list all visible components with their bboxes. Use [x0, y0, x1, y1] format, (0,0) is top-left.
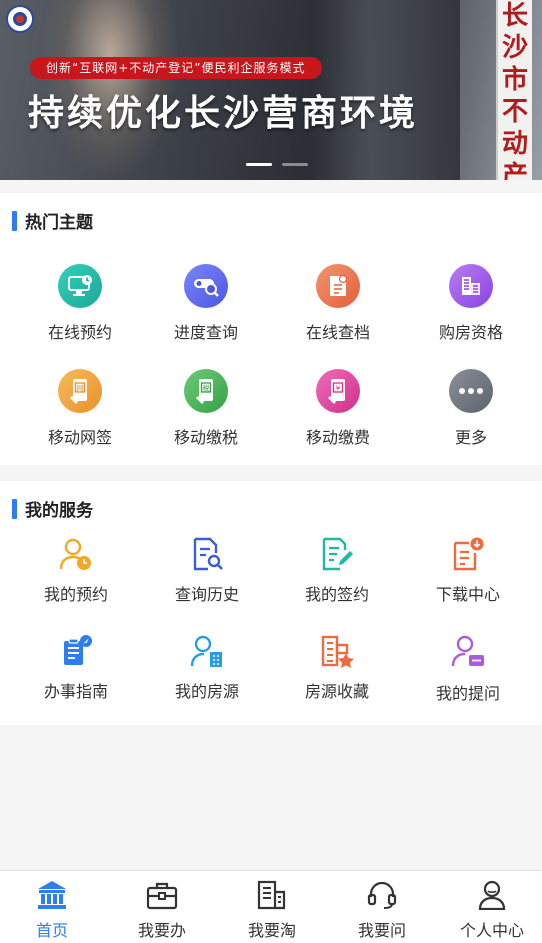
hot-topics-panel: 热门主题 在线预约 进度查询 在线查档 购房资格 网 移动网签 税 移动缴税 ¥…: [0, 193, 542, 465]
hot-item-online-archive[interactable]: 在线查档: [272, 264, 404, 343]
service-my-questions[interactable]: 我的提问: [402, 631, 534, 704]
service-my-appointments[interactable]: 我的预约: [10, 534, 142, 605]
tab-home[interactable]: 首页: [0, 877, 106, 941]
user-question-icon: [448, 631, 488, 671]
mobile-tax-icon: 税: [184, 369, 228, 413]
more-icon: [449, 369, 493, 413]
emblem-logo: [6, 5, 34, 33]
mobile-sign-icon: 网: [58, 369, 102, 413]
carousel-indicators: [246, 163, 308, 166]
document-building-icon: [218, 877, 326, 913]
service-query-history[interactable]: 查询历史: [141, 534, 273, 605]
tab-ask[interactable]: 我要问: [328, 877, 436, 941]
tab-browse[interactable]: 我要淘: [218, 877, 326, 941]
hot-item-online-booking[interactable]: 在线预约: [14, 264, 146, 343]
home-bank-icon: [0, 877, 106, 913]
document-edit-icon: [317, 534, 357, 574]
user-building-icon: [187, 631, 227, 671]
hot-item-mobile-payment[interactable]: ¥ 移动缴费: [272, 369, 404, 448]
guide-icon: [56, 631, 96, 671]
banner-building-sign: 长 沙 市 不 动 产: [496, 0, 532, 180]
section-title-services: 我的服务: [12, 496, 93, 521]
bottom-tab-bar: 首页 我要办 我要淘 我要问 个人中心: [0, 870, 542, 943]
tab-profile[interactable]: 个人中心: [438, 877, 542, 941]
banner-headline: 持续优化长沙营商环境: [28, 93, 419, 134]
service-download-center[interactable]: 下载中心: [402, 534, 534, 605]
hot-item-more[interactable]: 更多: [405, 369, 537, 448]
headset-icon: [328, 877, 436, 913]
service-my-contracts[interactable]: 我的签约: [271, 534, 403, 605]
building-star-icon: [317, 631, 357, 671]
user-icon: [438, 877, 542, 913]
svg-text:税: 税: [203, 384, 210, 393]
banner-carousel[interactable]: 长 沙 市 不 动 产 创新“互联网+不动产登记”便民利企服务模式 持续优化长沙…: [0, 0, 542, 180]
progress-search-icon: [184, 264, 228, 308]
document-icon: [316, 264, 360, 308]
service-guide[interactable]: 办事指南: [10, 631, 142, 702]
hot-item-purchase-qualification[interactable]: 购房资格: [405, 264, 537, 343]
carousel-dot[interactable]: [282, 163, 308, 166]
building-list-icon: [449, 264, 493, 308]
document-search-icon: [187, 534, 227, 574]
service-my-properties[interactable]: 我的房源: [141, 631, 273, 702]
banner-tagline: 创新“互联网+不动产登记”便民利企服务模式: [30, 57, 322, 79]
svg-text:¥: ¥: [336, 385, 341, 393]
document-download-icon: [448, 534, 488, 574]
section-title-hot: 热门主题: [12, 208, 93, 233]
my-services-panel: 我的服务 我的预约 查询历史 我的签约 下载中心 办事指南 我的房源 房源收藏 …: [0, 481, 542, 725]
user-clock-icon: [56, 534, 96, 574]
svg-text:网: 网: [77, 385, 84, 393]
tab-todo[interactable]: 我要办: [108, 877, 216, 941]
service-property-favorites[interactable]: 房源收藏: [271, 631, 403, 702]
hot-item-mobile-tax[interactable]: 税 移动缴税: [140, 369, 272, 448]
mobile-pay-icon: ¥: [316, 369, 360, 413]
hot-item-mobile-contract[interactable]: 网 移动网签: [14, 369, 146, 448]
briefcase-icon: [108, 877, 216, 913]
carousel-dot[interactable]: [246, 163, 272, 166]
monitor-clock-icon: [58, 264, 102, 308]
hot-item-progress-query[interactable]: 进度查询: [140, 264, 272, 343]
